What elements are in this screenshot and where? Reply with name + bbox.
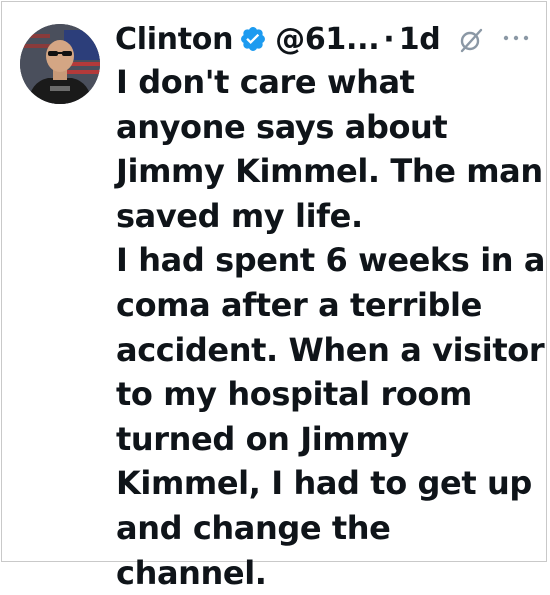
- meta-separator: ·: [383, 21, 395, 57]
- author-handle[interactable]: @61...: [275, 22, 379, 57]
- grok-icon[interactable]: [457, 26, 485, 54]
- verified-badge-icon[interactable]: [239, 25, 267, 53]
- tweet-text: I don't care what anyone says about Jimm…: [116, 63, 546, 592]
- more-options-icon[interactable]: [500, 30, 532, 46]
- author-name[interactable]: Clinton: [115, 22, 233, 57]
- avatar-photo: [20, 24, 100, 104]
- tweet-card: Clinton @61... · 1d I don't care what an…: [1, 1, 547, 592]
- avatar[interactable]: [20, 24, 100, 104]
- timestamp[interactable]: 1d: [399, 22, 441, 57]
- tweet-header: Clinton @61... · 1d: [115, 16, 441, 62]
